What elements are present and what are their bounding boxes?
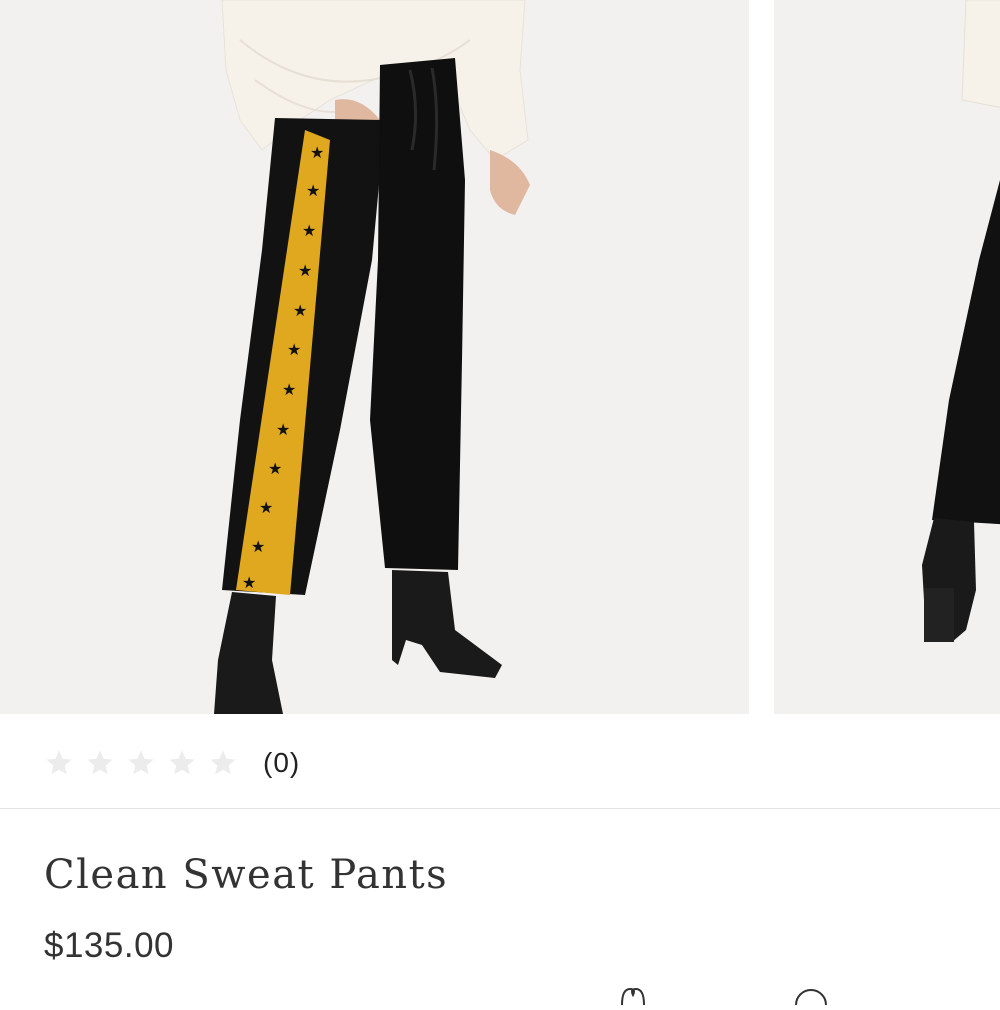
product-image-main[interactable]: ★ ★ ★ ★ ★ ★ ★ ★ ★ ★ ★ ★: [0, 0, 749, 714]
star-icon: [85, 748, 115, 778]
svg-text:★: ★: [282, 380, 296, 399]
svg-text:★: ★: [310, 143, 324, 162]
svg-text:★: ★: [242, 573, 256, 592]
star-icon: [208, 748, 238, 778]
svg-text:★: ★: [302, 221, 316, 240]
star-icon: [167, 748, 197, 778]
info-icon[interactable]: [793, 985, 829, 1006]
star-icon: [126, 748, 156, 778]
product-photo: ★ ★ ★ ★ ★ ★ ★ ★ ★ ★ ★ ★: [0, 0, 749, 714]
divider: [0, 808, 1000, 809]
product-rating[interactable]: (0): [44, 740, 300, 786]
svg-text:★: ★: [251, 537, 265, 556]
svg-text:★: ★: [298, 261, 312, 280]
svg-text:★: ★: [287, 340, 301, 359]
svg-text:★: ★: [268, 459, 282, 478]
product-price: $135.00: [44, 926, 175, 965]
svg-text:★: ★: [259, 498, 273, 517]
product-title: Clean Sweat Pants: [44, 852, 449, 898]
svg-text:★: ★: [306, 181, 320, 200]
product-image-next[interactable]: [774, 0, 1000, 714]
svg-text:★: ★: [293, 301, 307, 320]
svg-text:★: ★: [276, 420, 290, 439]
star-icon: [44, 748, 74, 778]
product-photo: [774, 0, 1000, 714]
product-image-carousel[interactable]: ★ ★ ★ ★ ★ ★ ★ ★ ★ ★ ★ ★: [0, 0, 1000, 714]
review-count[interactable]: (0): [263, 747, 300, 779]
favorite-icon[interactable]: [616, 985, 650, 1006]
